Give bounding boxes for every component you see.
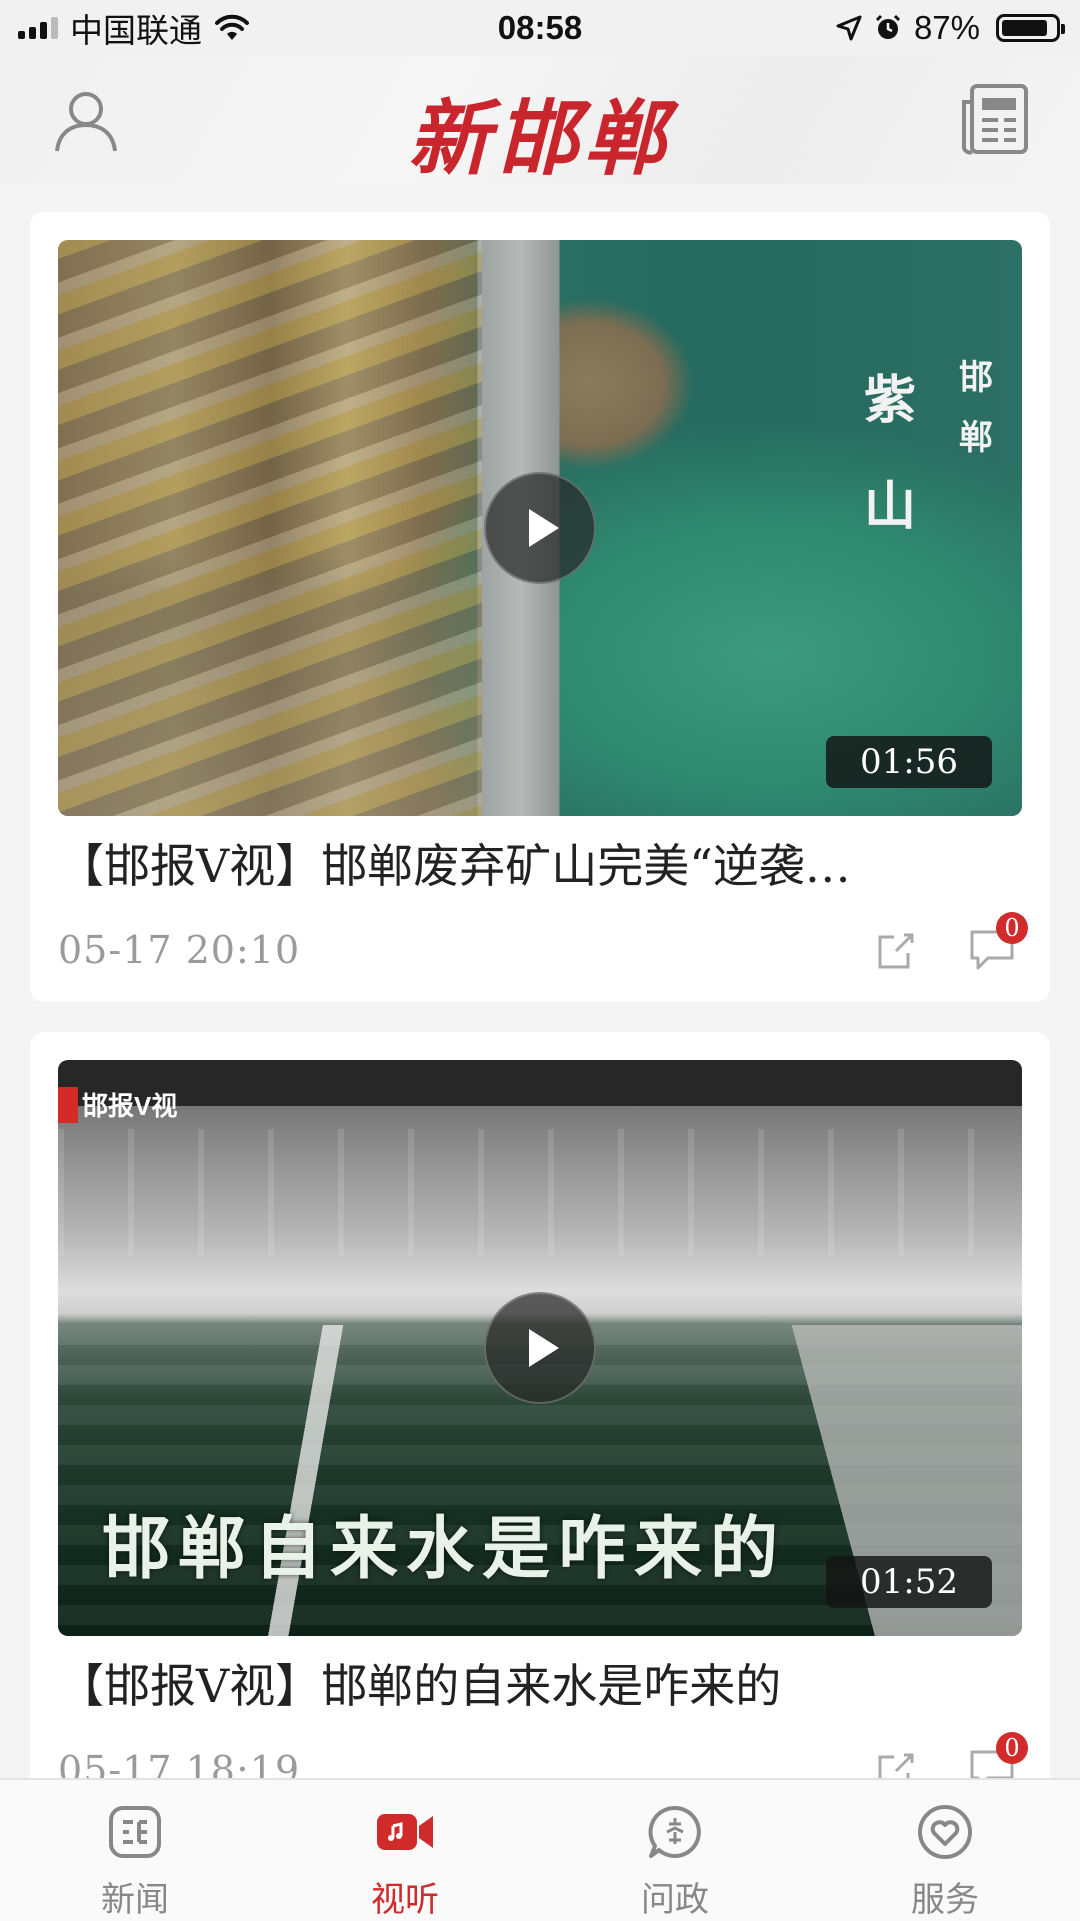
play-button[interactable] xyxy=(484,472,596,584)
play-icon xyxy=(529,1329,559,1367)
user-icon xyxy=(55,92,117,152)
play-icon xyxy=(529,509,559,547)
battery-icon xyxy=(996,14,1065,42)
inquiry-icon xyxy=(648,1805,701,1858)
news-icon xyxy=(109,1806,161,1858)
brand-watermark: 邯报V视 xyxy=(58,1086,177,1123)
share-icon[interactable] xyxy=(874,929,916,971)
publish-time: 05-17 18:19 xyxy=(58,1748,301,1778)
bottom-tab-bar: 新闻 视听 问政 服务 xyxy=(0,1778,1080,1921)
tab-news[interactable]: 新闻 xyxy=(0,1780,270,1921)
status-right: 87% xyxy=(836,9,1065,47)
wifi-icon xyxy=(215,14,249,40)
publish-time: 05-17 20:10 xyxy=(58,928,301,972)
app-logo: 新邯郸 xyxy=(408,91,672,187)
tab-service[interactable]: 服务 xyxy=(810,1780,1080,1921)
location-arrow-icon xyxy=(836,15,862,41)
video-title[interactable]: 【邯报V视】邯郸废弃矿山完美“逆袭… xyxy=(58,836,1022,896)
thumbnail-overlay-text: 紫 山 邯 郸 xyxy=(862,348,994,560)
signal-icon xyxy=(18,17,58,39)
battery-percent: 87% xyxy=(913,9,980,46)
battery-level xyxy=(1002,20,1048,36)
heart-service-icon xyxy=(918,1805,972,1859)
comment-count-badge: 0 xyxy=(996,912,1028,944)
play-button[interactable] xyxy=(484,1292,596,1404)
card-actions: 0 xyxy=(874,912,1028,972)
comment-count-badge: 0 xyxy=(996,1732,1028,1764)
comment-button[interactable]: 0 xyxy=(968,1732,1028,1778)
overlay-char: 山 xyxy=(863,476,916,537)
overlay-char: 邯 xyxy=(959,358,993,398)
tab-label: 问政 xyxy=(641,1880,709,1920)
video-feed[interactable]: 紫 山 邯 郸 01:56 【邯报V视】邯郸废弃矿山完美“逆袭… 05-17 2… xyxy=(0,184,1080,1778)
video-thumbnail[interactable]: 紫 山 邯 郸 01:56 xyxy=(58,240,1022,816)
tab-inquiry[interactable]: 问政 xyxy=(540,1780,810,1921)
brand-tag-label: 邯报V视 xyxy=(82,1091,178,1121)
overlay-char: 紫 xyxy=(863,370,916,431)
video-duration: 01:52 xyxy=(826,1556,992,1608)
comment-button[interactable]: 0 xyxy=(968,912,1028,972)
tab-video[interactable]: 视听 xyxy=(270,1780,540,1921)
video-thumbnail[interactable]: 邯报V视 邯郸自来水是咋来的 01:52 xyxy=(58,1060,1022,1636)
video-card[interactable]: 紫 山 邯 郸 01:56 【邯报V视】邯郸废弃矿山完美“逆袭… 05-17 2… xyxy=(30,212,1050,1002)
share-icon[interactable] xyxy=(874,1749,916,1778)
profile-button[interactable] xyxy=(46,80,126,160)
card-actions: 0 xyxy=(874,1732,1028,1778)
brand-mark xyxy=(58,1086,78,1123)
card-meta: 05-17 20:10 0 xyxy=(58,912,1028,978)
overlay-char: 郸 xyxy=(959,418,993,458)
carrier-label: 中国联通 xyxy=(70,12,202,49)
alarm-icon xyxy=(875,14,900,39)
app-header: 新邯郸 xyxy=(0,56,1080,187)
tab-label: 新闻 xyxy=(101,1880,169,1920)
newspaper-button[interactable] xyxy=(956,80,1036,160)
status-bar: 中国联通 08:58 87% xyxy=(0,0,1080,56)
video-card[interactable]: 邯报V视 邯郸自来水是咋来的 01:52 【邯报V视】邯郸的自来水是咋来的 05… xyxy=(30,1032,1050,1778)
video-icon xyxy=(377,1814,433,1850)
thumbnail-caption: 邯郸自来水是咋来的 xyxy=(102,1509,787,1589)
tab-label: 服务 xyxy=(911,1880,979,1920)
video-title[interactable]: 【邯报V视】邯郸的自来水是咋来的 xyxy=(58,1656,1022,1716)
card-meta: 05-17 18:19 0 xyxy=(58,1732,1028,1778)
tab-label: 视听 xyxy=(371,1880,439,1920)
video-duration: 01:56 xyxy=(826,736,992,788)
status-left: 中国联通 xyxy=(18,4,250,52)
newspaper-icon xyxy=(962,84,1028,155)
